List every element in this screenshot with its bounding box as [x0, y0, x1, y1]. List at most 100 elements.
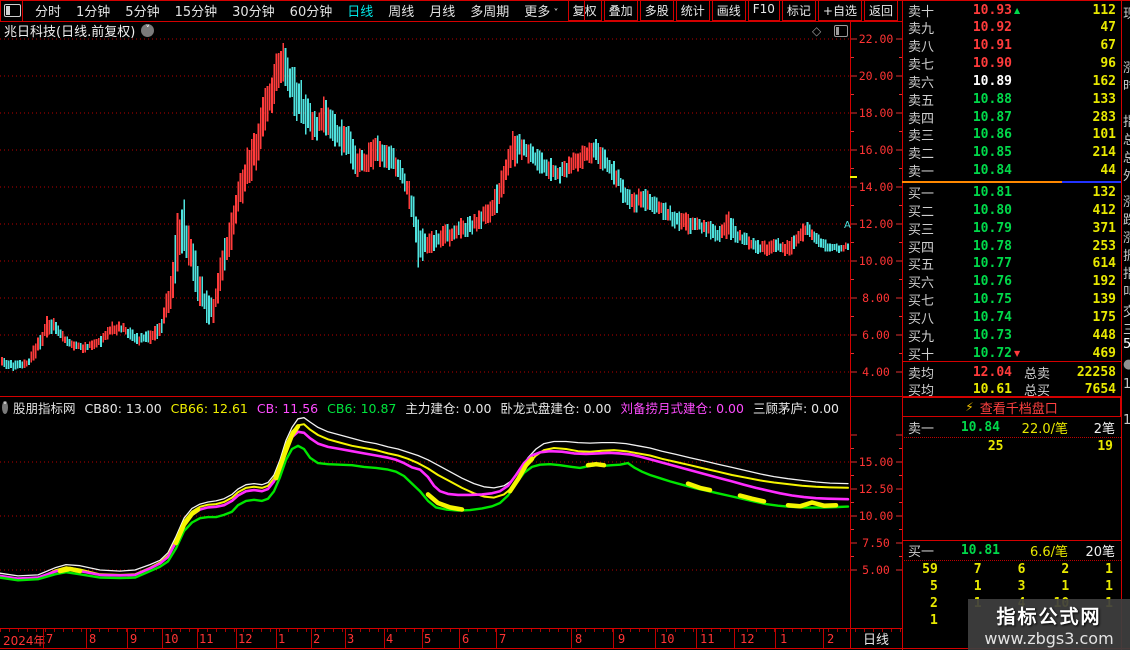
- menu-item-1分钟[interactable]: 1分钟: [76, 1, 110, 20]
- clipped-glyph: 时: [1123, 75, 1130, 94]
- month-label: 5: [424, 632, 431, 646]
- clipped-glyph: 振: [1123, 245, 1130, 264]
- sell-row[interactable]: 卖八10.9167: [902, 37, 1121, 55]
- menu-item-多周期[interactable]: 多周期: [470, 1, 509, 20]
- buy-row[interactable]: 买七10.75139: [902, 291, 1121, 309]
- clipped-glyph: 总: [1123, 147, 1130, 166]
- sell-row[interactable]: 卖二10.85214: [902, 144, 1121, 162]
- buy-row[interactable]: 买三10.79371: [902, 219, 1121, 237]
- sell-row[interactable]: 卖六10.89162: [902, 72, 1121, 90]
- month-separator: [823, 629, 824, 648]
- month-label: 2: [313, 632, 320, 646]
- indicator-tick-label: 10.00: [850, 509, 902, 523]
- price-tick-label: 6.00: [850, 328, 902, 342]
- diamond-icon[interactable]: ◇: [812, 24, 821, 38]
- time-axis: 2024年 日线 78910111212345678910111212: [0, 629, 902, 648]
- indicator-header: ˅ 股朋指标网 CB80: 13.00CB66: 12.61CB: 11.56C…: [2, 398, 848, 416]
- period-indicator[interactable]: 日线: [851, 629, 901, 648]
- menu-item-月线[interactable]: 月线: [429, 1, 455, 20]
- panel-layout-icon[interactable]: [834, 25, 848, 37]
- buy-row[interactable]: 买二10.80412: [902, 201, 1121, 219]
- menu-button-F10[interactable]: F10: [748, 0, 780, 21]
- indicator-value-CB6: CB6: 10.87: [327, 401, 396, 416]
- watermark-url: www.zbgs3.com: [984, 629, 1113, 648]
- clipped-glyph: 1: [1123, 377, 1130, 392]
- clipped-glyph: 涨: [1123, 57, 1130, 76]
- window-layout-icon[interactable]: [4, 4, 21, 17]
- menu-button-画线[interactable]: 画线: [712, 0, 746, 21]
- price-tick-label: 14.00: [850, 180, 902, 194]
- bid-ask-ratio-bar: [902, 181, 1062, 183]
- sell-row[interactable]: 卖十10.93▲112: [902, 1, 1121, 19]
- menu-button-标记[interactable]: 标记: [782, 0, 816, 21]
- qiandang-bar[interactable]: ⚡ 查看千档盘口: [902, 397, 1121, 417]
- buy-row[interactable]: 买九10.73448: [902, 326, 1121, 344]
- month-label: 8: [575, 632, 582, 646]
- clipped-glyph: 涨: [1123, 227, 1130, 246]
- month-separator: [696, 629, 697, 648]
- month-label: 9: [130, 632, 137, 646]
- menu-item-日线[interactable]: 日线: [347, 1, 373, 20]
- indicator-value-卧龙式盘建仓: 卧龙式盘建仓: 0.00: [500, 401, 611, 416]
- clipped-glyph: 5: [1123, 337, 1130, 352]
- menu-item-更多[interactable]: 更多 ˅: [524, 1, 558, 20]
- sell-row[interactable]: 卖九10.9247: [902, 19, 1121, 37]
- menu-button-+自选[interactable]: +自选: [818, 0, 862, 21]
- month-label: 2: [827, 632, 834, 646]
- menu-item-周线[interactable]: 周线: [388, 1, 414, 20]
- month-separator: [655, 629, 656, 648]
- price-tick-label: 18.00: [850, 106, 902, 120]
- price-marker-a: A: [844, 220, 851, 231]
- queue-head: 卖一10.8422.0/笔2笔: [902, 418, 1121, 438]
- month-separator: [43, 629, 44, 648]
- sell-row[interactable]: 卖一10.8444: [902, 162, 1121, 180]
- clipped-right-panel: 现涨时指总总外涨跌涨振指叫交三5●11: [1123, 0, 1130, 650]
- indicator-value-CB: CB: 11.56: [257, 401, 318, 416]
- watermark-title: 指标公式网: [996, 602, 1101, 629]
- queue-row: 51311: [902, 578, 1121, 595]
- buy-row[interactable]: 买五10.77614: [902, 255, 1121, 273]
- menu-button-统计[interactable]: 统计: [676, 0, 710, 21]
- month-label: 11: [199, 632, 213, 646]
- menu-button-多股[interactable]: 多股: [640, 0, 674, 21]
- month-separator: [613, 629, 614, 648]
- menu-item-60分钟[interactable]: 60分钟: [290, 1, 333, 20]
- buy-row[interactable]: 买十10.72▼469: [902, 344, 1121, 362]
- buy-row[interactable]: 买四10.78253: [902, 237, 1121, 255]
- month-label: 7: [499, 632, 506, 646]
- buy-row[interactable]: 买六10.76192: [902, 273, 1121, 291]
- sell-row[interactable]: 卖五10.88133: [902, 90, 1121, 108]
- chevron-down-icon[interactable]: ˅: [2, 401, 8, 414]
- month-separator: [775, 629, 776, 648]
- menu-item-分时[interactable]: 分时: [35, 1, 61, 20]
- menu-item-30分钟[interactable]: 30分钟: [232, 1, 275, 20]
- clipped-glyph: 指: [1123, 263, 1130, 282]
- menu-item-15分钟[interactable]: 15分钟: [175, 1, 218, 20]
- buy-row[interactable]: 买八10.74175: [902, 308, 1121, 326]
- sell-row[interactable]: 卖七10.9096: [902, 55, 1121, 73]
- clipped-glyph: 三: [1123, 319, 1130, 338]
- clipped-glyph: ●: [1123, 357, 1130, 372]
- qiandang-label: 查看千档盘口: [980, 398, 1058, 417]
- month-separator: [276, 629, 277, 648]
- month-separator: [384, 629, 385, 648]
- sell-row[interactable]: 卖四10.87283: [902, 108, 1121, 126]
- chevron-down-icon[interactable]: ˅: [141, 24, 154, 37]
- axis-yellow-tick: [850, 176, 857, 178]
- buy-row[interactable]: 买一10.81132: [902, 184, 1121, 202]
- month-label: 3: [347, 632, 354, 646]
- indicator-values: CB80: 13.00CB66: 12.61CB: 11.56CB6: 10.8…: [84, 398, 848, 416]
- price-tick-label: 22.00: [850, 32, 902, 46]
- app-window: 分时1分钟5分钟15分钟30分钟60分钟日线周线月线多周期更多 ˅ 复权叠加多股…: [0, 0, 1130, 650]
- chart-title-row: 兆日科技(日线.前复权) ˅: [4, 22, 154, 38]
- sell-row[interactable]: 卖三10.86101: [902, 126, 1121, 144]
- menu-button-复权[interactable]: 复权: [568, 0, 602, 21]
- month-label: 1: [278, 632, 285, 646]
- month-separator: [571, 629, 572, 648]
- menu-item-5分钟[interactable]: 5分钟: [125, 1, 159, 20]
- menu-button-叠加[interactable]: 叠加: [604, 0, 638, 21]
- month-label: 10: [660, 632, 674, 646]
- menu-button-返回[interactable]: 返回: [864, 0, 898, 21]
- summary-row: 买均10.61总买7654: [902, 381, 1121, 399]
- month-label: 9: [618, 632, 625, 646]
